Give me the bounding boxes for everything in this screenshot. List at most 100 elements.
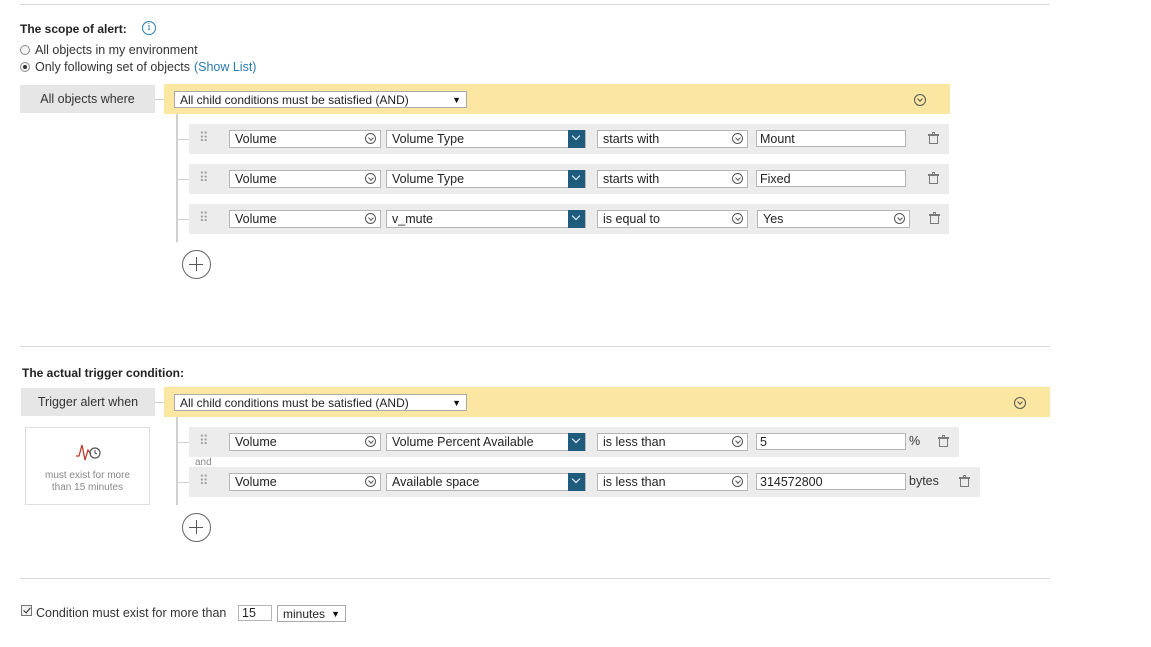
section-divider	[20, 346, 1050, 347]
radio-following-label: Only following set of objects	[35, 60, 190, 74]
trash-icon[interactable]	[928, 132, 939, 144]
value-input[interactable]: 5	[756, 433, 906, 450]
operator-select-value: is less than	[603, 475, 666, 489]
operator-select[interactable]: is equal to	[597, 210, 748, 228]
operator-select[interactable]: starts with	[597, 170, 748, 188]
duration-unit-value: minutes	[283, 606, 326, 621]
radio-circle[interactable]	[20, 45, 30, 55]
dropdown-arrow-icon: ▼	[452, 397, 461, 408]
field-select[interactable]: Volume Percent Available	[386, 433, 586, 451]
object-select-value: Volume	[235, 435, 277, 449]
chevron-down-icon	[732, 436, 743, 447]
scope-group-select-value: All child conditions must be satisfied (…	[180, 92, 409, 107]
radio-all-label: All objects in my environment	[35, 43, 198, 57]
dropdown-button-icon[interactable]	[568, 130, 585, 148]
tree-branch	[178, 179, 189, 180]
operator-select[interactable]: starts with	[597, 130, 748, 148]
object-select[interactable]: Volume	[229, 433, 381, 451]
object-select-value: Volume	[235, 212, 277, 226]
field-select-value: Volume Type	[392, 172, 465, 186]
radio-all-objects[interactable]: All objects in my environment	[20, 43, 198, 57]
chevron-down-icon	[365, 476, 376, 487]
trash-icon[interactable]	[959, 475, 970, 487]
object-select-value: Volume	[235, 132, 277, 146]
add-trigger-condition-button[interactable]	[182, 513, 211, 542]
radio-circle-selected[interactable]	[20, 62, 30, 72]
top-divider	[20, 4, 1050, 5]
operator-select-value: is equal to	[603, 212, 660, 226]
scope-group-select[interactable]: All child conditions must be satisfied (…	[174, 91, 467, 108]
trash-icon[interactable]	[929, 212, 940, 224]
field-select-value: Volume Type	[392, 132, 465, 146]
trash-icon[interactable]	[938, 435, 949, 447]
object-select-value: Volume	[235, 172, 277, 186]
field-select[interactable]: Available space	[386, 473, 586, 491]
condition-duration-checkbox[interactable]	[21, 605, 32, 616]
drag-handle-icon[interactable]: ⠿	[199, 211, 208, 224]
unit-label: %	[909, 434, 921, 448]
operator-select[interactable]: is less than	[597, 473, 748, 491]
condition-duration-label: Condition must exist for more than	[36, 606, 227, 620]
trigger-duration-card[interactable]: must exist for more than 15 minutes	[25, 427, 150, 505]
scope-collapse-icon[interactable]	[914, 94, 926, 106]
scope-label: All objects where	[20, 85, 155, 113]
object-select[interactable]: Volume	[229, 210, 381, 228]
drag-handle-icon[interactable]: ⠿	[199, 434, 208, 447]
field-select[interactable]: Volume Type	[386, 170, 586, 188]
chevron-down-icon	[894, 213, 905, 224]
drag-handle-icon[interactable]: ⠿	[199, 131, 208, 144]
chevron-down-icon	[365, 133, 376, 144]
dropdown-arrow-icon: ▼	[452, 94, 461, 105]
add-condition-button[interactable]	[182, 250, 211, 279]
value-input[interactable]: 314572800	[756, 473, 906, 490]
dropdown-button-icon[interactable]	[568, 170, 585, 188]
section-divider	[20, 578, 1050, 579]
field-select[interactable]: Volume Type	[386, 130, 586, 148]
radio-following-objects[interactable]: Only following set of objects (Show List…	[20, 60, 256, 74]
scope-title: The scope of alert:	[20, 22, 127, 36]
trash-icon[interactable]	[928, 172, 939, 184]
field-select-value: v_mute	[392, 212, 433, 226]
dropdown-button-icon[interactable]	[568, 210, 585, 228]
drag-handle-icon[interactable]: ⠿	[199, 171, 208, 184]
dropdown-button-icon[interactable]	[568, 473, 585, 491]
object-select[interactable]: Volume	[229, 170, 381, 188]
tree-branch	[178, 482, 189, 483]
info-icon[interactable]: i	[142, 21, 156, 35]
unit-label: bytes	[909, 474, 939, 488]
operator-select-value: starts with	[603, 172, 660, 186]
trigger-group-select[interactable]: All child conditions must be satisfied (…	[174, 394, 467, 411]
duration-card-text: must exist for more than 15 minutes	[44, 470, 131, 493]
chevron-down-icon	[732, 476, 743, 487]
chevron-down-icon	[732, 173, 743, 184]
field-select-value: Volume Percent Available	[392, 435, 534, 449]
value-input[interactable]: Mount	[756, 130, 906, 147]
chevron-down-icon	[365, 436, 376, 447]
operator-select-value: starts with	[603, 132, 660, 146]
field-select-value: Available space	[392, 475, 480, 489]
value-input[interactable]: Fixed	[756, 170, 906, 187]
tree-branch	[178, 219, 189, 220]
operator-select[interactable]: is less than	[597, 433, 748, 451]
duration-unit-select[interactable]: minutes ▼	[277, 605, 346, 622]
value-select[interactable]: Yes	[757, 210, 910, 228]
trigger-title: The actual trigger condition:	[22, 366, 185, 380]
chevron-down-icon	[732, 133, 743, 144]
dropdown-arrow-icon: ▼	[331, 608, 340, 619]
tree-branch	[178, 442, 189, 443]
trigger-tree-line	[176, 417, 178, 505]
value-select-value: Yes	[763, 212, 784, 226]
scope-tree-line	[176, 114, 178, 242]
object-select[interactable]: Volume	[229, 130, 381, 148]
trigger-label: Trigger alert when	[21, 388, 155, 416]
chevron-down-icon	[365, 213, 376, 224]
object-select[interactable]: Volume	[229, 473, 381, 491]
field-select[interactable]: v_mute	[386, 210, 586, 228]
trigger-collapse-icon[interactable]	[1014, 397, 1026, 409]
dropdown-button-icon[interactable]	[568, 433, 585, 451]
trigger-wave-clock-icon	[76, 444, 101, 461]
object-select-value: Volume	[235, 475, 277, 489]
show-list-link[interactable]: (Show List)	[194, 60, 257, 74]
drag-handle-icon[interactable]: ⠿	[199, 474, 208, 487]
duration-value-input[interactable]: 15	[238, 605, 272, 621]
